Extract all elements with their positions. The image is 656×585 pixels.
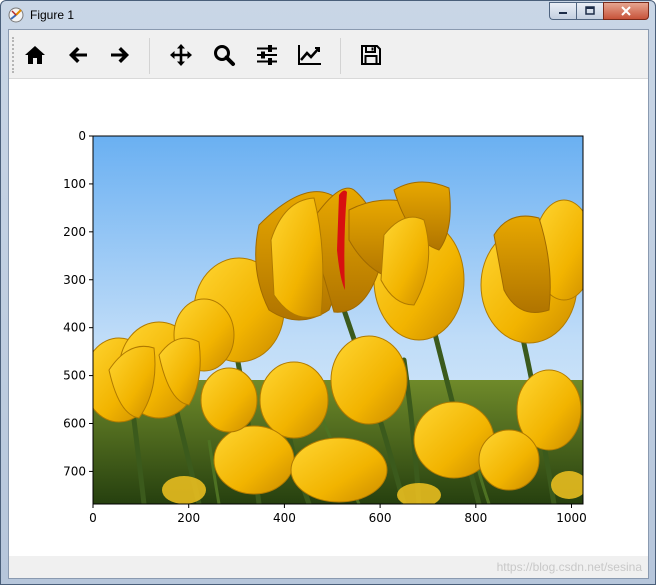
maximize-icon bbox=[585, 6, 595, 15]
home-icon bbox=[25, 46, 45, 64]
x-tick-label: 0 bbox=[89, 511, 97, 525]
x-tick-label: 600 bbox=[369, 511, 392, 525]
close-icon bbox=[621, 6, 631, 16]
pan-button[interactable] bbox=[164, 38, 198, 72]
toolbar-separator bbox=[340, 38, 341, 74]
back-button[interactable] bbox=[61, 38, 95, 72]
floppy-disk-icon bbox=[361, 45, 381, 65]
title-bar[interactable]: Figure 1 bbox=[1, 1, 655, 29]
subplots-button[interactable] bbox=[250, 38, 284, 72]
arrow-left-icon bbox=[69, 47, 87, 63]
minimize-button[interactable] bbox=[549, 2, 576, 20]
line-chart-icon bbox=[298, 45, 321, 65]
y-tick-label: 400 bbox=[63, 321, 86, 335]
y-tick-label: 100 bbox=[63, 177, 86, 191]
navigation-toolbar bbox=[9, 30, 648, 79]
y-tick-label: 0 bbox=[78, 129, 86, 143]
y-tick-label: 300 bbox=[63, 273, 86, 287]
matplotlib-app-icon bbox=[8, 7, 24, 23]
arrow-right-icon bbox=[111, 47, 129, 63]
x-tick-label: 800 bbox=[464, 511, 487, 525]
y-axis: 0 100 200 300 400 500 600 700 bbox=[63, 129, 93, 478]
home-button[interactable] bbox=[18, 38, 52, 72]
figure-client-area: 0 200 400 600 800 1000 0 100 200 300 400 500 600 700… bbox=[8, 29, 649, 579]
sliders-icon bbox=[257, 45, 277, 65]
zoom-button[interactable] bbox=[207, 38, 241, 72]
toolbar-grip[interactable] bbox=[12, 37, 14, 73]
figure-canvas[interactable]: 0 200 400 600 800 1000 0 100 200 300 400 500 600 700 bbox=[9, 80, 648, 556]
status-bar: https://blog.csdn.net/sesina bbox=[9, 556, 648, 578]
y-tick-label: 700 bbox=[63, 464, 86, 478]
minimize-icon bbox=[559, 12, 567, 14]
window-title: Figure 1 bbox=[30, 8, 75, 22]
window-controls bbox=[549, 2, 649, 20]
close-button[interactable] bbox=[603, 2, 649, 20]
y-tick-label: 600 bbox=[63, 417, 86, 431]
y-tick-label: 500 bbox=[63, 369, 86, 383]
maximize-button[interactable] bbox=[576, 2, 603, 20]
watermark-text: https://blog.csdn.net/sesina bbox=[496, 560, 642, 574]
forward-button[interactable] bbox=[103, 38, 137, 72]
toolbar-separator bbox=[149, 38, 150, 74]
customize-button[interactable] bbox=[293, 38, 327, 72]
tulip-image bbox=[93, 136, 583, 504]
figure-window: Figure 1 0 200 400 600 800 1000 0 100 20… bbox=[0, 0, 656, 585]
x-tick-label: 200 bbox=[177, 511, 200, 525]
x-tick-label: 400 bbox=[273, 511, 296, 525]
x-tick-label: 1000 bbox=[556, 511, 587, 525]
y-tick-label: 200 bbox=[63, 225, 86, 239]
x-axis: 0 200 400 600 800 1000 bbox=[89, 504, 587, 525]
save-button[interactable] bbox=[354, 38, 388, 72]
move-arrows-icon bbox=[170, 44, 192, 66]
image-axes: 0 200 400 600 800 1000 0 100 200 300 400 500 600 700 bbox=[63, 129, 587, 525]
magnifier-icon bbox=[214, 45, 235, 66]
